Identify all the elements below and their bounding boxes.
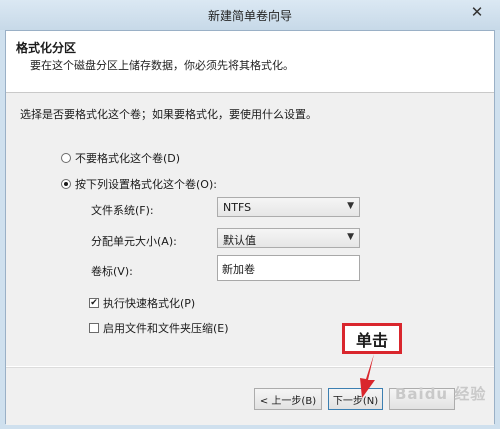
- alloc-unit-select[interactable]: 默认值 ▼: [217, 228, 360, 248]
- compression-checkbox[interactable]: 启用文件和文件夹压缩(E): [89, 320, 229, 336]
- radio-format[interactable]: 按下列设置格式化这个卷(O):: [61, 176, 217, 192]
- volume-label-value: 新加卷: [222, 263, 255, 276]
- quick-format-checkbox[interactable]: ✔ 执行快速格式化(P): [89, 295, 195, 311]
- filesystem-select[interactable]: NTFS ▼: [217, 197, 360, 217]
- radio-format-indicator[interactable]: [61, 179, 71, 189]
- compression-label: 启用文件和文件夹压缩(E): [103, 322, 229, 335]
- watermark-logo: Baidu 经验: [395, 385, 487, 403]
- close-icon[interactable]: ✕: [463, 2, 491, 22]
- page-title: 格式化分区: [16, 41, 77, 55]
- filesystem-value: NTFS: [223, 201, 252, 214]
- wizard-header: 格式化分区 要在这个磁盘分区上储存数据，你必须先将其格式化。: [6, 31, 494, 93]
- quick-format-label: 执行快速格式化(P): [103, 297, 196, 310]
- alloc-unit-value: 默认值: [223, 234, 256, 247]
- checkbox-empty-icon[interactable]: [89, 323, 99, 333]
- radio-no-format-label: 不要格式化这个卷(D): [75, 152, 181, 165]
- chevron-down-icon: ▼: [347, 201, 354, 211]
- radio-no-format[interactable]: 不要格式化这个卷(D): [61, 150, 180, 166]
- wizard-client: 格式化分区 要在这个磁盘分区上储存数据，你必须先将其格式化。: [5, 30, 495, 425]
- volume-label-input[interactable]: 新加卷: [217, 255, 360, 281]
- intro-text: 选择是否要格式化这个卷；如果要格式化，要使用什么设置。: [20, 108, 317, 121]
- volume-label-label: 卷标(V):: [91, 265, 133, 278]
- alloc-unit-label: 分配单元大小(A):: [91, 235, 177, 248]
- radio-format-label: 按下列设置格式化这个卷(O):: [75, 178, 217, 191]
- annotation-callout: 单击: [342, 323, 402, 354]
- checkmark-icon[interactable]: ✔: [89, 298, 99, 308]
- radio-no-format-indicator[interactable]: [61, 153, 71, 163]
- title-bar: 新建简单卷向导 ✕: [0, 0, 500, 30]
- window-title: 新建简单卷向导: [207, 9, 292, 23]
- annotation-arrow-icon: [360, 354, 375, 398]
- back-button[interactable]: < 上一步(B): [254, 388, 322, 410]
- filesystem-label: 文件系统(F):: [91, 204, 154, 217]
- chevron-down-icon: ▼: [347, 232, 354, 242]
- page-subtitle: 要在这个磁盘分区上储存数据，你必须先将其格式化。: [30, 59, 294, 72]
